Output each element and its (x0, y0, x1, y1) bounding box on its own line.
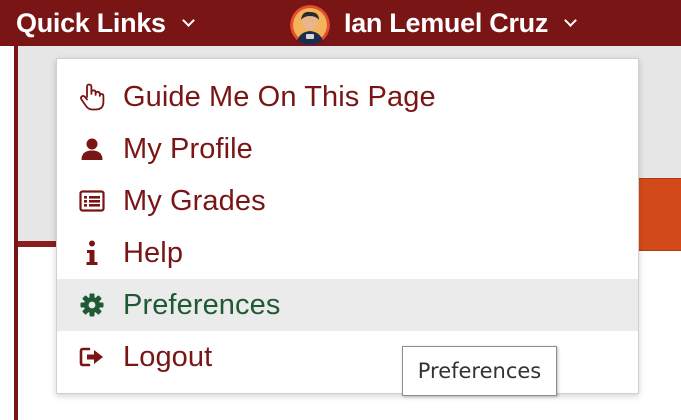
menu-item-help[interactable]: Help (57, 227, 638, 279)
menu-item-label: My Grades (123, 184, 266, 217)
quick-links-label: Quick Links (16, 7, 166, 38)
list-card-icon (78, 187, 106, 215)
user-name: Ian Lemuel Cruz (344, 7, 549, 38)
orange-button[interactable] (632, 178, 681, 251)
chevron-down-icon (181, 13, 195, 27)
menu-item-my-grades[interactable]: My Grades (57, 175, 638, 227)
chevron-down-icon (564, 13, 577, 27)
gear-icon (78, 291, 106, 319)
top-navbar: Quick Links Ian Lemuel Cruz (0, 0, 681, 46)
info-icon (78, 239, 106, 267)
menu-item-label: Help (123, 236, 184, 269)
avatar (290, 5, 330, 45)
menu-item-preferences[interactable]: Preferences (57, 279, 638, 331)
quick-links-dropdown-toggle[interactable]: Quick Links (16, 0, 195, 46)
user-dropdown-menu: Guide Me On This Page My Profile My Grad… (56, 58, 639, 394)
preferences-tooltip: Preferences (402, 346, 557, 396)
menu-item-guide-me[interactable]: Guide Me On This Page (57, 71, 638, 123)
menu-item-label: Preferences (123, 288, 281, 321)
menu-item-my-profile[interactable]: My Profile (57, 123, 638, 175)
menu-item-label: Logout (123, 340, 213, 373)
menu-item-label: My Profile (123, 132, 253, 165)
sign-out-icon (78, 343, 106, 371)
menu-item-label: Guide Me On This Page (123, 80, 436, 113)
hand-pointer-icon (78, 83, 106, 111)
user-icon (78, 135, 106, 163)
user-menu-toggle[interactable]: Ian Lemuel Cruz (290, 0, 577, 46)
